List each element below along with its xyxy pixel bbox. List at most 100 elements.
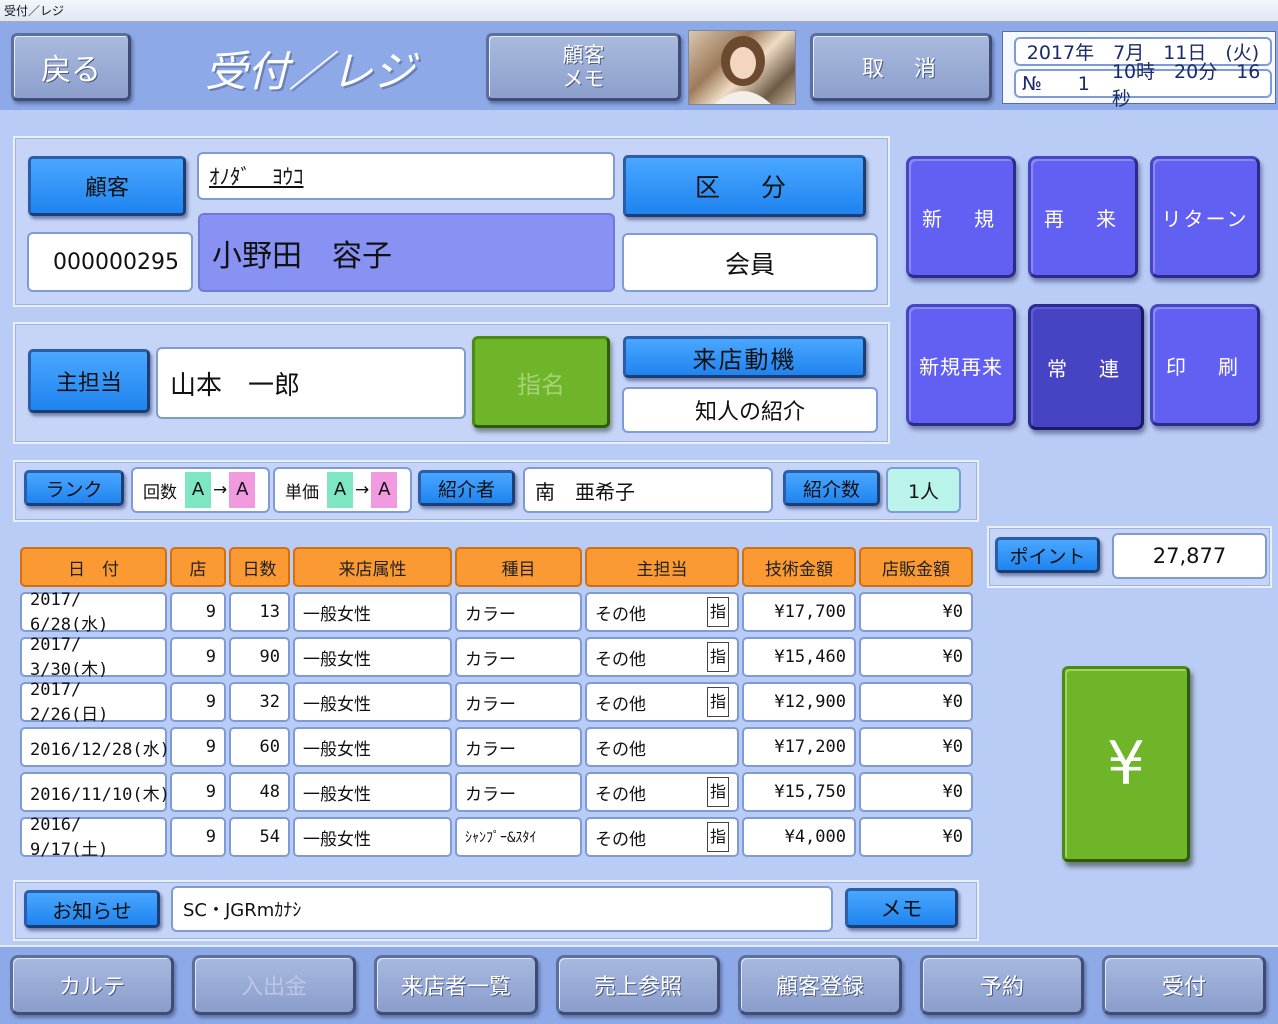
cell-retail-amount: ¥0 (859, 592, 973, 632)
visit-comeback-button[interactable]: リターン (1150, 156, 1260, 278)
cell-staff: その他 指 (585, 592, 739, 632)
cell-attribute: 一般女性 (293, 817, 452, 857)
col-type-header: 種目 (455, 547, 582, 587)
cancel-button[interactable]: 取 消 (810, 33, 992, 101)
visit-motive-button[interactable]: 来店動機 (623, 336, 866, 378)
cell-store: 9 (170, 682, 226, 722)
visit-count-label: 回数 (143, 482, 177, 503)
cell-type: カラー (455, 592, 582, 632)
referral-count-button[interactable]: 紹介数 (783, 470, 880, 506)
visit-motive-value: 知人の紹介 (622, 387, 878, 433)
cell-staff: その他 指 (585, 682, 739, 722)
cell-staff: その他 指 (585, 772, 739, 812)
cell-days: 60 (229, 727, 290, 767)
chart-karte-button[interactable]: カルテ (10, 955, 174, 1015)
col-store-header: 店 (170, 547, 226, 587)
cell-store: 9 (170, 592, 226, 632)
cell-date: 2016/ 9/17(土) (20, 815, 167, 860)
category-button[interactable]: 区 分 (623, 155, 866, 217)
cell-store: 9 (170, 727, 226, 767)
col-staff-header: 主担当 (585, 547, 739, 587)
cell-date: 2017/ 3/30(木) (20, 635, 167, 680)
cell-type: ｼｬﾝﾌﾟｰ&ｽﾀｲ (455, 817, 582, 857)
cell-attribute: 一般女性 (293, 592, 452, 632)
main-staff-button[interactable]: 主担当 (28, 349, 150, 413)
memo-button[interactable]: メモ (845, 888, 958, 928)
nominated-badge: 指 (707, 687, 729, 717)
cell-staff-name: その他 (595, 604, 646, 625)
main-staff-field[interactable]: 山本 一郎 (156, 347, 466, 419)
cell-store: 9 (170, 817, 226, 857)
cell-tech-amount: ¥17,200 (742, 727, 856, 767)
rank-button[interactable]: ランク (24, 470, 124, 506)
customer-memo-button[interactable]: 顧客 メモ (486, 33, 681, 101)
cell-type: カラー (455, 772, 582, 812)
cell-type: カラー (455, 637, 582, 677)
col-retail-amount-header: 店販金額 (859, 547, 973, 587)
customer-id: 000000295 (27, 232, 193, 292)
cell-type: カラー (455, 682, 582, 722)
cell-attribute: 一般女性 (293, 682, 452, 722)
cell-tech-amount: ¥17,700 (742, 592, 856, 632)
checkout-yen-button[interactable]: ¥ (1062, 666, 1190, 862)
referrer-button[interactable]: 紹介者 (418, 470, 515, 506)
notice-field[interactable]: SC・JGRmｶﾅｼ (171, 886, 833, 932)
cell-date: 2017/ 6/28(水) (20, 590, 167, 635)
cell-days: 48 (229, 772, 290, 812)
cash-in-out-button[interactable]: 入出金 (192, 955, 356, 1015)
nominated-badge: 指 (707, 597, 729, 627)
nominated-badge: 指 (707, 822, 729, 852)
cell-staff-name: その他 (595, 694, 646, 715)
arrow-icon: → (213, 480, 228, 500)
window-titlebar: 受付／レジ (0, 0, 1278, 22)
nominated-badge: 指 (707, 777, 729, 807)
customer-name: 小野田 容子 (198, 213, 615, 292)
unit-price-rank: 単価 A → A (273, 467, 412, 513)
cell-attribute: 一般女性 (293, 637, 452, 677)
points-value: 27,877 (1112, 533, 1267, 579)
cell-days: 32 (229, 682, 290, 722)
visitor-list-button[interactable]: 来店者一覧 (374, 955, 538, 1015)
cell-staff-name: その他 (595, 739, 646, 760)
cell-tech-amount: ¥15,750 (742, 772, 856, 812)
cell-tech-amount: ¥15,460 (742, 637, 856, 677)
cell-staff-name: その他 (595, 649, 646, 670)
sales-reference-button[interactable]: 売上参照 (556, 955, 720, 1015)
reception-button[interactable]: 受付 (1102, 955, 1266, 1015)
cell-staff-name: その他 (595, 784, 646, 805)
visit-new-repeat-button[interactable]: 新規再来 (906, 304, 1016, 426)
arrow-icon: → (355, 480, 370, 500)
cell-retail-amount: ¥0 (859, 637, 973, 677)
points-button[interactable]: ポイント (995, 537, 1100, 573)
customer-button[interactable]: 顧客 (28, 156, 186, 216)
cell-attribute: 一般女性 (293, 727, 452, 767)
visit-regular-button[interactable]: 常 連 (1028, 304, 1144, 430)
unit-price-label: 単価 (285, 482, 319, 503)
cell-staff-name: その他 (595, 829, 646, 850)
customer-photo (688, 30, 796, 105)
back-button[interactable]: 戻る (11, 33, 131, 101)
nominated-badge: 指 (707, 642, 729, 672)
current-time: 10時 20分 16秒 (1111, 60, 1261, 110)
cell-days: 54 (229, 817, 290, 857)
cell-store: 9 (170, 772, 226, 812)
nominate-button[interactable]: 指名 (472, 336, 610, 428)
visit-return-button[interactable]: 再 来 (1028, 156, 1138, 278)
receipt-number-row: № 1 10時 20分 16秒 (1014, 61, 1272, 110)
cell-days: 13 (229, 592, 290, 632)
referral-count-value: 1人 (886, 467, 961, 513)
print-button[interactable]: 印 刷 (1150, 304, 1260, 426)
cell-retail-amount: ¥0 (859, 682, 973, 722)
customer-memo-line2: メモ (562, 67, 605, 91)
category-value: 会員 (622, 233, 878, 292)
cell-tech-amount: ¥12,900 (742, 682, 856, 722)
customer-registration-button[interactable]: 顧客登録 (738, 955, 902, 1015)
col-date-header: 日 付 (20, 547, 167, 587)
customer-kana-field[interactable]: ｵﾉﾀﾞ ﾖｳｺ (197, 152, 615, 200)
cell-date: 2017/ 2/26(日) (20, 680, 167, 725)
reservation-button[interactable]: 予約 (920, 955, 1084, 1015)
notice-button[interactable]: お知らせ (24, 890, 160, 928)
cell-days: 90 (229, 637, 290, 677)
referrer-field[interactable]: 南 亜希子 (523, 467, 773, 513)
visit-new-button[interactable]: 新 規 (906, 156, 1016, 278)
